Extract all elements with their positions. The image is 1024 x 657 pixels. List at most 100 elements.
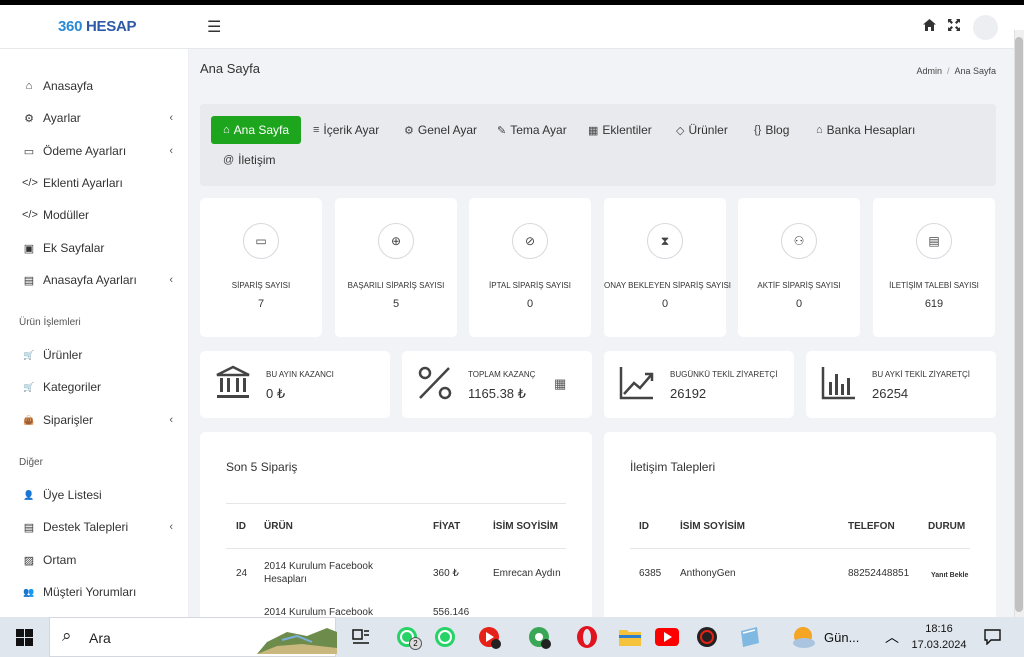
tab-blog[interactable]: {} Blog — [754, 116, 789, 144]
whatsapp-icon[interactable] — [430, 617, 460, 657]
sidebar-item-ayarlar[interactable]: ⚙ Ayarlar ‹ — [0, 102, 189, 134]
stat-card-basarili-siparis: ⊕ BAŞARILI SİPARİŞ SAYISI 5 — [335, 198, 457, 337]
panel-title: İletişim Talepleri — [630, 460, 716, 474]
scrollbar-thumb[interactable] — [1015, 37, 1023, 612]
archive-icon: ▭ — [243, 223, 279, 259]
tab-eklentiler[interactable]: ▦ Eklentiler — [588, 116, 652, 144]
sidebar-item-siparisler[interactable]: 👜 Siparişler ‹ — [0, 404, 189, 436]
kpi-bu-ayki-ziyaretci: BU AYKİ TEKİL ZİYARETÇİ 26254 — [806, 351, 996, 418]
magic-wand-icon: ✎ — [497, 124, 507, 137]
status-badge: Yanıt Bekle — [931, 572, 969, 579]
stat-card-iletisim-talebi: ▤ İLETİŞİM TALEBİ SAYISI 619 — [873, 198, 995, 337]
page-title: Ana Sayfa — [200, 61, 260, 76]
stat-card-iptal-siparis: ⊘ İPTAL SİPARİŞ SAYISI 0 — [469, 198, 591, 337]
sidebar-item-moduller[interactable]: </> Modüller — [0, 199, 189, 231]
logo[interactable]: 360 HESAP — [58, 18, 137, 35]
user-avatar[interactable] — [973, 15, 998, 40]
code-icon: </> — [22, 209, 38, 221]
recent-orders-panel: Son 5 Sipariş ID ÜRÜN FİYAT İSİM SOYİSİM… — [200, 432, 592, 617]
gear-icon: ⚙ — [404, 124, 414, 137]
sidebar-section-diger: Diğer — [19, 457, 43, 468]
system-clock[interactable]: 18:16 17.03.2024 — [911, 621, 967, 653]
notepad-icon[interactable] — [734, 617, 764, 657]
weather-icon — [793, 627, 815, 648]
taskbar-search[interactable]: ⌕ Ara — [49, 617, 337, 657]
id-card-icon: ▤ — [23, 274, 35, 287]
quick-nav-tabs: ⌂ Ana Sayfa ≡ İçerik Ayar ⚙ Genel Ayar ✎ Tem… — [200, 104, 996, 186]
whatsapp-icon[interactable]: 2 — [392, 617, 422, 657]
home-icon: ⌂ — [25, 80, 33, 92]
sidebar-item-odeme-ayarlari[interactable]: ▭ Ödeme Ayarları ‹ — [0, 135, 189, 167]
chevron-up-icon[interactable]: ︿ — [880, 617, 904, 657]
sidebar-item-ek-sayfalar[interactable]: ▣ Ek Sayfalar — [0, 232, 189, 264]
sidebar-item-uye-listesi[interactable]: 👤 Üye Listesi — [0, 479, 189, 511]
opera-icon[interactable] — [572, 617, 602, 657]
table-icon: ▦ — [588, 124, 599, 137]
tab-tema-ayar[interactable]: ✎ Tema Ayar — [497, 116, 567, 144]
sidebar-item-eklenti-ayarlari[interactable]: </> Eklenti Ayarları — [0, 167, 189, 199]
kpi-bugunku-ziyaretci: BUGÜNKÜ TEKİL ZİYARETÇİ 26192 — [604, 351, 794, 418]
divider — [630, 548, 970, 549]
chevron-left-icon: ‹ — [169, 414, 173, 426]
image-icon: ▨ — [23, 554, 35, 567]
user-square-icon: ▣ — [23, 242, 35, 255]
breadcrumb-ana-sayfa: Ana Sayfa — [954, 66, 996, 76]
chevron-left-icon: ‹ — [169, 112, 173, 124]
windows-start-icon[interactable] — [10, 617, 38, 657]
tab-genel-ayar[interactable]: ⚙ Genel Ayar — [404, 116, 477, 144]
bar-chart-icon — [821, 367, 855, 400]
users-icon: 👥 — [23, 586, 35, 597]
tab-banka-hesaplari[interactable]: ⌂ Banka Hesapları — [816, 116, 915, 144]
kpi-bu-ayin-kazanci: BU AYIN KAZANCI 0 ₺ — [200, 351, 390, 418]
list-icon: ≡ — [313, 124, 320, 136]
youtube-icon[interactable] — [652, 617, 682, 657]
notification-badge: 2 — [409, 637, 422, 650]
sidebar-item-ortam[interactable]: ▨ Ortam — [0, 544, 189, 576]
chrome-app-icon[interactable] — [524, 617, 554, 657]
tab-icerik-ayar[interactable]: ≡ İçerik Ayar — [313, 116, 379, 144]
file-explorer-icon[interactable] — [615, 617, 645, 657]
menu-toggle-icon[interactable]: ☰ — [207, 17, 221, 37]
app-shield-icon[interactable] — [692, 617, 722, 657]
top-navbar: 360 HESAP ☰ — [0, 5, 1024, 49]
sidebar-item-musteri-yorumlari[interactable]: 👥 Müşteri Yorumları — [0, 576, 189, 608]
ban-icon: ⊘ — [512, 223, 548, 259]
notification-center-icon[interactable] — [980, 617, 1004, 657]
tag-icon: ◇ — [676, 124, 685, 137]
bank-icon — [216, 365, 250, 398]
user-icon: 👤 — [23, 489, 35, 500]
search-highlight-image — [257, 628, 337, 654]
search-icon: ⌕ — [62, 626, 72, 645]
cart-icon: 🛒 — [23, 381, 35, 392]
cart-icon: 🛒 — [23, 349, 35, 360]
stat-card-aktif-siparis: ⚇ AKTİF SİPARİŞ SAYISI 0 — [738, 198, 860, 337]
task-view-icon[interactable] — [347, 617, 375, 657]
divider — [226, 548, 566, 549]
at-icon: @ — [223, 154, 235, 166]
id-card-icon: ▤ — [23, 521, 35, 534]
weather-widget[interactable]: Gün... — [790, 617, 870, 657]
breadcrumb-admin[interactable]: Admin — [916, 66, 942, 76]
hourglass-icon: ⧗ — [647, 223, 683, 259]
chevron-left-icon: ‹ — [169, 145, 173, 157]
youtube-app-icon[interactable] — [474, 617, 504, 657]
sidebar-item-destek-talepleri[interactable]: ▤ Destek Talepleri ‹ — [0, 511, 189, 543]
chevron-left-icon: ‹ — [169, 521, 173, 533]
sidebar: ⌂ Anasayfa ⚙ Ayarlar ‹ ▭ Ödeme Ayarları ‹ </>… — [0, 49, 189, 617]
kpi-toplam-kazanc: TOPLAM KAZANÇ 1165.38 ₺ ▦ — [402, 351, 592, 418]
sidebar-item-urunler[interactable]: 🛒 Ürünler — [0, 339, 189, 371]
sidebar-item-anasayfa-ayarlari[interactable]: ▤ Anasayfa Ayarları ‹ — [0, 264, 189, 296]
sidebar-item-kategoriler[interactable]: 🛒 Kategoriler — [0, 371, 189, 403]
calendar-icon[interactable]: ▦ — [554, 376, 566, 392]
tab-ana-sayfa[interactable]: ⌂ Ana Sayfa — [211, 116, 302, 144]
breadcrumb: Admin / Ana Sayfa — [916, 66, 996, 76]
tab-iletisim[interactable]: @ İletişim — [223, 146, 276, 174]
expand-icon[interactable] — [948, 19, 960, 34]
home-icon[interactable] — [923, 19, 936, 34]
gear-icon: ⚙ — [24, 112, 34, 125]
panel-title: Son 5 Sipariş — [226, 460, 298, 474]
braces-icon: {} — [754, 124, 762, 136]
tab-urunler[interactable]: ◇ Ürünler — [676, 116, 728, 144]
sidebar-item-anasayfa[interactable]: ⌂ Anasayfa — [0, 70, 189, 102]
document-icon: ▤ — [916, 223, 952, 259]
